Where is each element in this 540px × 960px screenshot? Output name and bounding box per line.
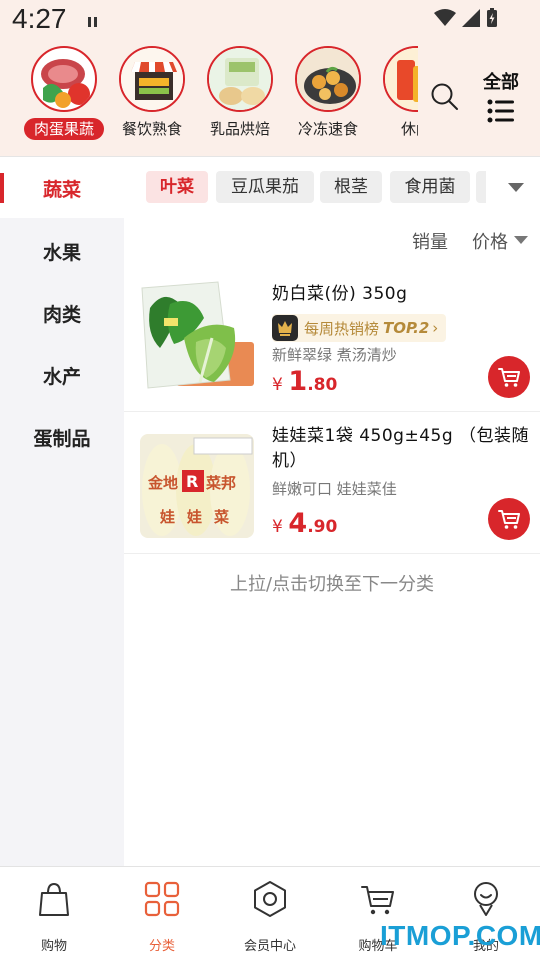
status-time: 4:27 [12, 3, 67, 34]
hexagon-icon [254, 881, 286, 917]
sort-by-sales[interactable]: 销量 [412, 228, 448, 254]
expand-subtabs-icon[interactable] [508, 183, 524, 192]
category-snacks-image [383, 46, 418, 112]
nav-label: 会员中心 [243, 939, 296, 954]
currency-symbol: ¥ [272, 517, 283, 537]
sort-price-arrow-icon[interactable] [514, 236, 528, 244]
category-dairy-image [207, 46, 273, 112]
rank-position: TOP.2 [383, 319, 430, 337]
person-icon [474, 882, 498, 916]
nav-label: 购物 [40, 939, 67, 954]
chevron-right-icon: › [432, 319, 439, 337]
category-label: 餐饮熟食 [121, 120, 182, 138]
cart-icon [498, 368, 520, 387]
category-label: 冷冻速食 [297, 120, 358, 138]
sidebar-item-eggs[interactable]: 蛋制品 [0, 424, 124, 451]
subtab-beans-melons[interactable]: 豆瓜果茄 [216, 171, 314, 203]
sidebar-item-meat[interactable]: 肉类 [0, 300, 124, 327]
product-description: 鲜嫩可口 娃娃菜佳 [272, 480, 397, 498]
all-categories-button[interactable]: 全部 [478, 68, 524, 128]
sidebar-item-vegetables[interactable]: 蔬菜 [0, 157, 124, 219]
rank-text: 每周热销榜 [304, 319, 380, 338]
all-categories-label: 全部 [483, 72, 519, 93]
product-image [134, 278, 260, 404]
subtab-overflow [476, 171, 486, 203]
category-frozen-image [295, 46, 361, 112]
nav-label: 分类 [148, 939, 175, 954]
add-to-cart-button[interactable] [488, 498, 530, 540]
grid-icon [144, 881, 180, 917]
watermark-text: ITMOP.COM [380, 920, 540, 951]
nav-categories[interactable]: 分类 [108, 879, 216, 954]
category-sidebar: 水果 肉类 水产 蛋制品 [0, 218, 124, 866]
category-catering-deli[interactable]: 餐饮熟食 [106, 46, 198, 140]
shopping-bag-icon [39, 882, 69, 916]
status-icons [434, 8, 498, 28]
wifi-icon [434, 9, 456, 26]
sort-by-price[interactable]: 价格 [472, 228, 508, 254]
category-header: 肉蛋果蔬 餐饮熟食 乳品烘焙 冷冻速食 休 全部 [0, 38, 540, 156]
price-decimal: .80 [307, 375, 338, 395]
product-name: 娃娃菜1袋 450g±45g （包装随机） [272, 426, 530, 471]
signal-icon [462, 9, 480, 27]
price-integer: 4 [288, 508, 308, 539]
notification-dots-icon [88, 12, 100, 31]
category-label: 休闲 [400, 120, 418, 138]
product-price: ¥ 1.80 [272, 366, 337, 397]
svg-text:R: R [186, 472, 198, 491]
category-frozen-fast-food[interactable]: 冷冻速食 [282, 46, 374, 140]
sidebar-item-seafood[interactable]: 水产 [0, 362, 124, 389]
category-meat-egg-fruit-veg[interactable]: 肉蛋果蔬 [18, 46, 110, 140]
subtab-mushrooms[interactable]: 食用菌 [390, 171, 470, 203]
product-description: 新鲜翠绿 煮汤清炒 [272, 346, 397, 364]
product-list-area: 销量 价格 奶白菜(份) 350g 每周热销榜 TOP.2 › 新鲜翠绿 煮汤清… [124, 218, 540, 866]
add-to-cart-button[interactable] [488, 356, 530, 398]
currency-symbol: ¥ [272, 375, 283, 395]
status-bar: 4:27 [0, 0, 540, 38]
package-brand-text: 菜邦 [205, 474, 236, 492]
price-decimal: .90 [307, 517, 338, 537]
subtab-root-stem[interactable]: 根茎 [320, 171, 382, 203]
category-catering-image [119, 46, 185, 112]
product-price: ¥ 4.90 [272, 508, 337, 539]
crown-icon [272, 315, 298, 341]
nav-shopping[interactable]: 购物 [0, 879, 108, 954]
load-next-category[interactable]: 上拉/点击切换至下一分类 [124, 570, 540, 596]
subtab-leafy-greens[interactable]: 叶菜 [146, 171, 208, 203]
cart-icon [361, 886, 394, 915]
product-card[interactable]: 金地 R 菜邦 娃娃菜 娃娃菜1袋 450g±45g （包装随机） 鲜嫩可口 娃… [124, 414, 540, 554]
search-button[interactable] [430, 82, 460, 112]
sidebar-item-fruit[interactable]: 水果 [0, 238, 124, 265]
hot-rank-badge[interactable]: 每周热销榜 TOP.2 › [272, 314, 447, 342]
category-label: 肉蛋果蔬 [23, 118, 104, 140]
product-image: 金地 R 菜邦 娃娃菜 [134, 420, 260, 546]
category-scroll[interactable]: 肉蛋果蔬 餐饮熟食 乳品烘焙 冷冻速食 休 [0, 38, 418, 156]
category-label: 乳品烘焙 [209, 120, 270, 138]
category-meat-image [31, 46, 97, 112]
sidebar-item-label: 蔬菜 [42, 179, 81, 201]
category-snacks[interactable]: 休闲 [370, 46, 418, 140]
subcategory-row: 蔬菜 叶菜 豆瓜果茄 根茎 食用菌 [0, 156, 540, 219]
product-card[interactable]: 奶白菜(份) 350g 每周热销榜 TOP.2 › 新鲜翠绿 煮汤清炒 ¥ 1.… [124, 272, 540, 412]
price-integer: 1 [288, 366, 308, 397]
search-icon [431, 83, 458, 110]
cart-icon [498, 510, 520, 529]
battery-icon [487, 8, 497, 27]
nav-member-center[interactable]: 会员中心 [216, 879, 324, 954]
list-icon [487, 99, 514, 123]
category-dairy-bakery[interactable]: 乳品烘焙 [194, 46, 286, 140]
package-text-jindi: 金地 [147, 474, 178, 492]
product-name: 奶白菜(份) 350g [272, 284, 408, 304]
package-text-wawacai: 娃娃菜 [159, 508, 241, 526]
